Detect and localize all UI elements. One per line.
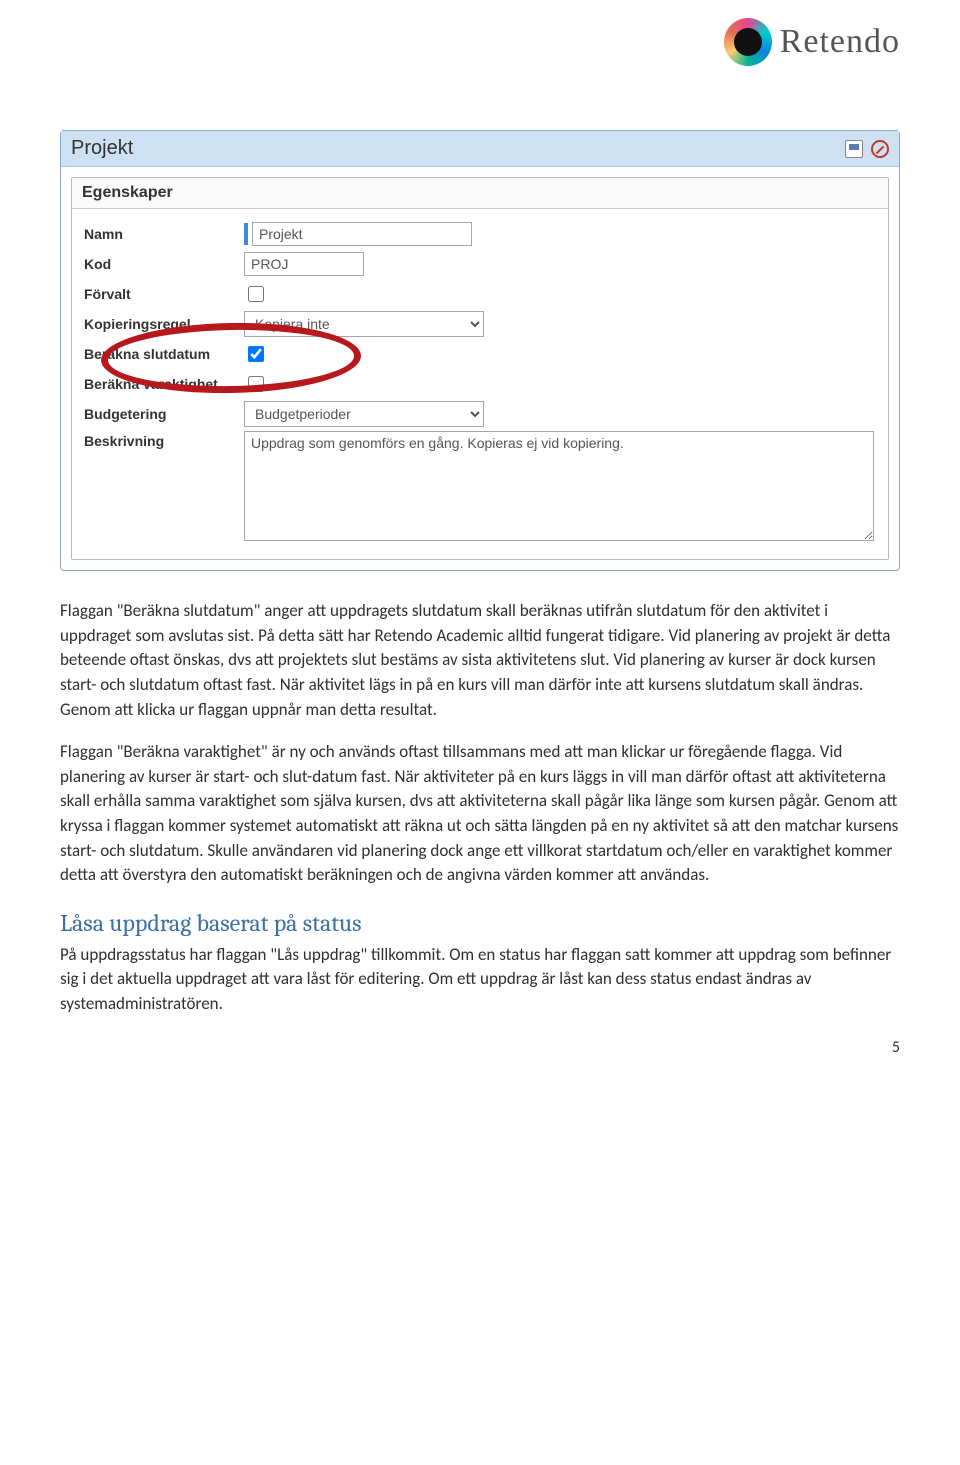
label-berakna-varaktighet: Beräkna varaktighet xyxy=(84,376,244,392)
label-kopieringsregel: Kopieringsregel xyxy=(84,316,244,332)
brand-logo: Retendo xyxy=(724,18,900,66)
beskrivning-textarea[interactable] xyxy=(244,431,874,541)
budgetering-select[interactable]: Budgetperioder xyxy=(244,401,484,427)
required-indicator xyxy=(244,223,248,245)
page-number: 5 xyxy=(892,1038,900,1057)
paragraph-3: På uppdragsstatus har flaggan "Lås uppdr… xyxy=(60,943,900,1017)
paragraph-1: Flaggan "Beräkna slutdatum" anger att up… xyxy=(60,599,900,722)
projekt-form-window: Projekt Egenskaper Namn Kod xyxy=(60,130,900,571)
kod-input[interactable] xyxy=(244,252,364,276)
logo-text: Retendo xyxy=(780,23,900,61)
body-text: Flaggan "Beräkna slutdatum" anger att up… xyxy=(60,599,900,1017)
label-budgetering: Budgetering xyxy=(84,406,244,422)
label-beskrivning: Beskrivning xyxy=(84,433,244,449)
window-title: Projekt xyxy=(71,137,133,160)
label-berakna-slutdatum: Beräkna slutdatum xyxy=(84,346,244,362)
label-kod: Kod xyxy=(84,256,244,272)
paragraph-2: Flaggan "Beräkna varaktighet" är ny och … xyxy=(60,740,900,888)
namn-input[interactable] xyxy=(252,222,472,246)
save-icon[interactable] xyxy=(845,140,863,158)
section-heading: Låsa uppdrag baserat på status xyxy=(60,906,900,941)
form-header: Projekt xyxy=(61,131,899,167)
panel-title: Egenskaper xyxy=(72,178,888,209)
label-forvalt: Förvalt xyxy=(84,286,244,302)
berakna-slutdatum-checkbox[interactable] xyxy=(248,346,264,362)
forvalt-checkbox[interactable] xyxy=(248,286,264,302)
cancel-icon[interactable] xyxy=(871,140,889,158)
egenskaper-panel: Egenskaper Namn Kod Förvalt xyxy=(71,177,889,560)
kopieringsregel-select[interactable]: Kopiera inte xyxy=(244,311,484,337)
berakna-varaktighet-checkbox[interactable] xyxy=(248,376,264,392)
logo-icon xyxy=(724,18,772,66)
label-namn: Namn xyxy=(84,226,244,242)
